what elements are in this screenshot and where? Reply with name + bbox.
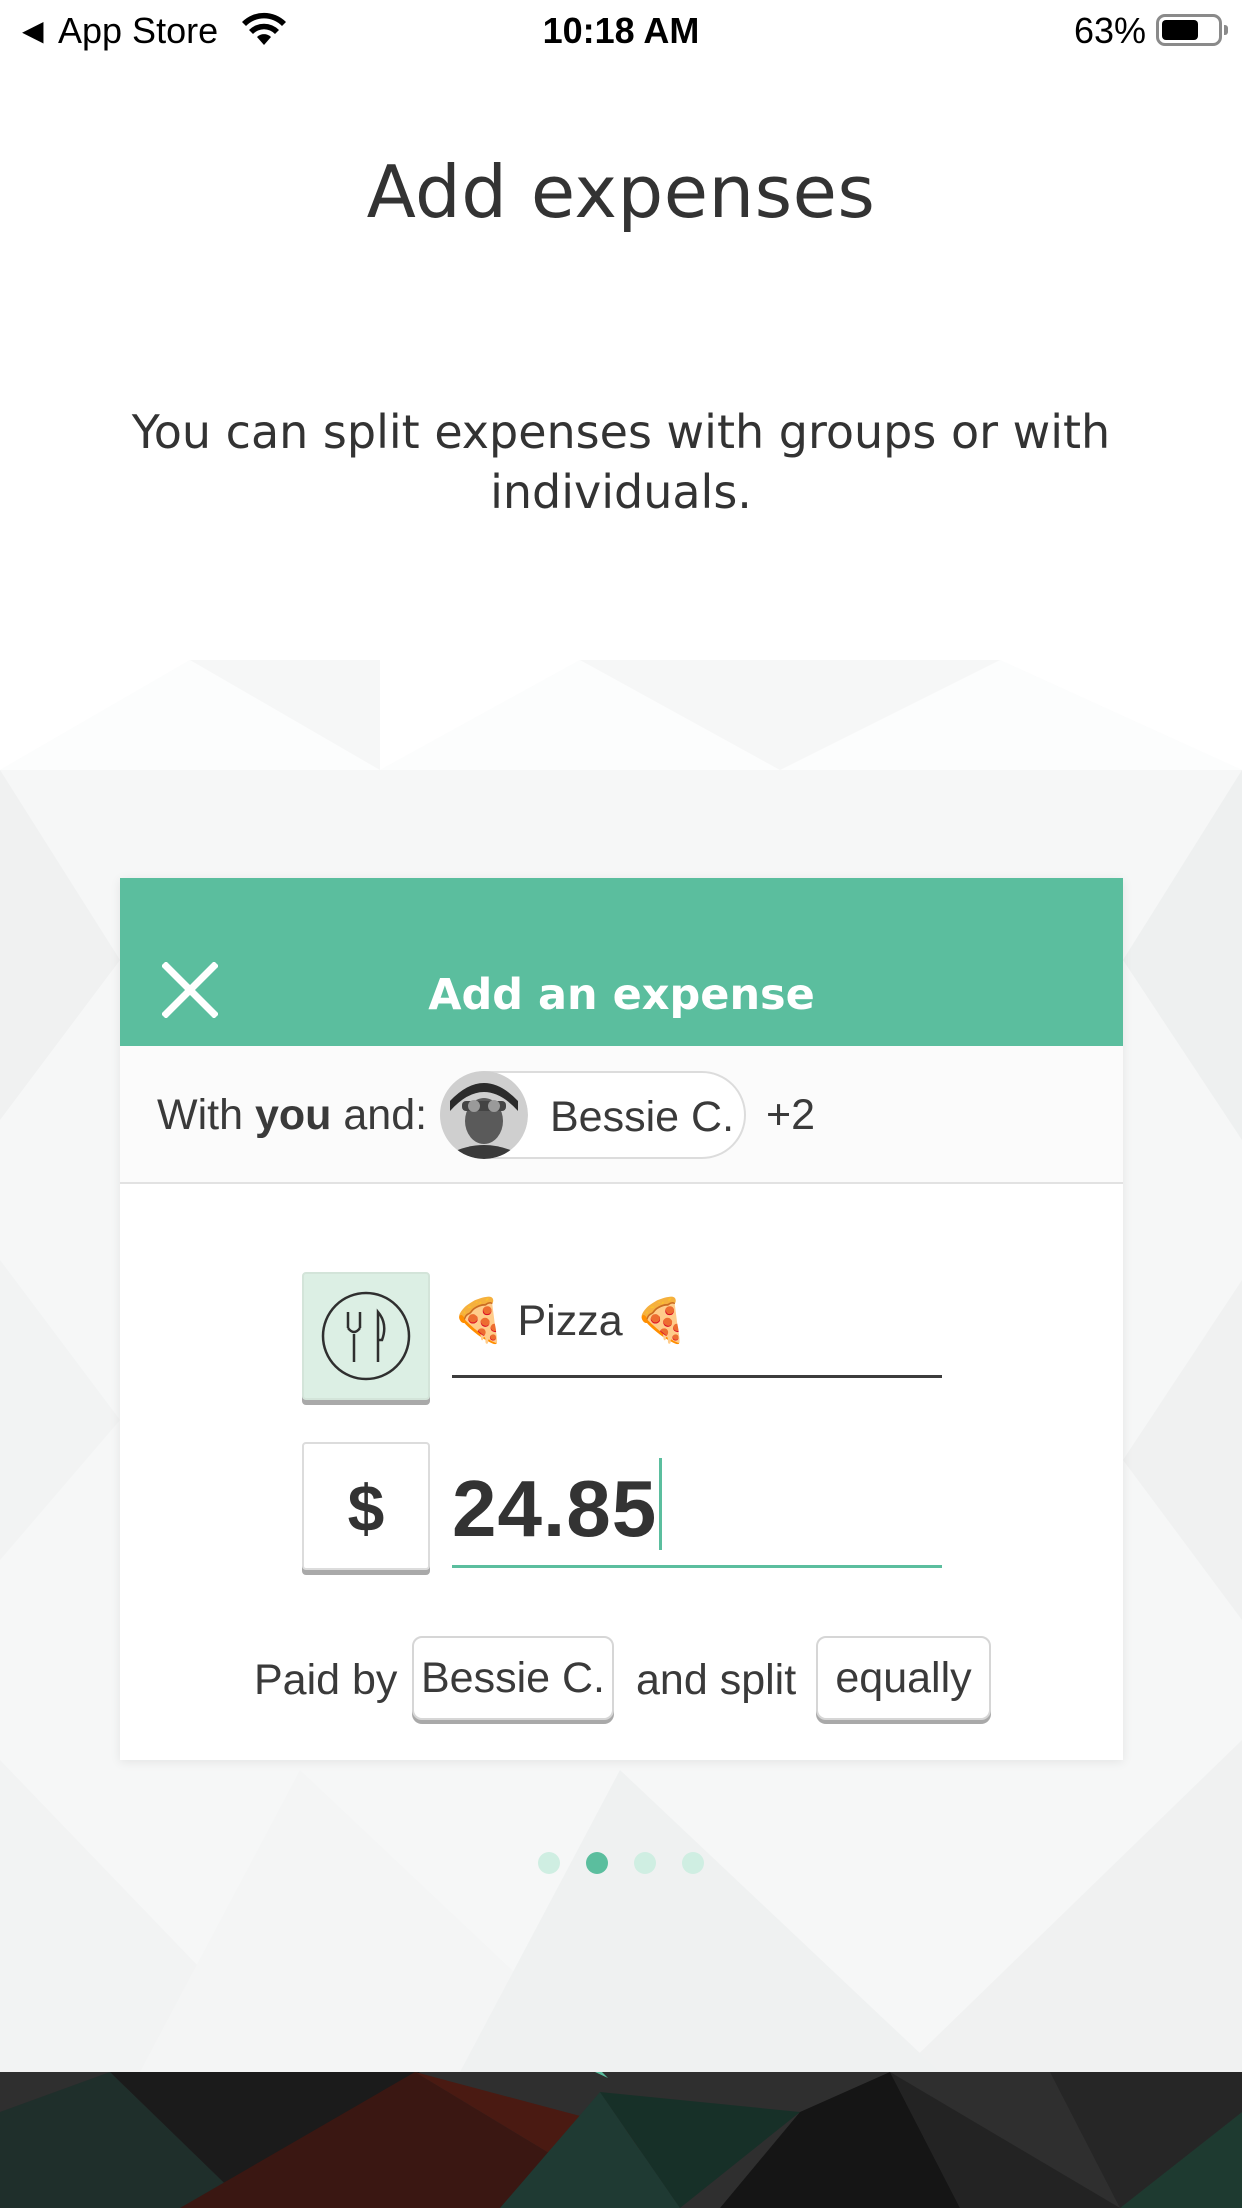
page-dot-1[interactable] xyxy=(538,1852,560,1874)
screen: ◀ App Store 10:18 AM 63% Add expenses Yo… xyxy=(0,0,1242,2208)
person-chip[interactable]: Bessie C. xyxy=(440,1071,746,1159)
payer-button[interactable]: Bessie C. xyxy=(412,1636,614,1720)
page-dot-4[interactable] xyxy=(682,1852,704,1874)
battery-icon xyxy=(1156,14,1228,46)
extra-participants-count[interactable]: +2 xyxy=(766,1091,815,1140)
split-mode-button[interactable]: equally xyxy=(816,1636,991,1720)
status-time: 10:18 AM xyxy=(542,10,700,51)
pizza-emoji-left: 🍕 xyxy=(452,1297,506,1345)
split-label: and split xyxy=(636,1656,797,1704)
participants-row: With you and: Bessie C. +2 xyxy=(120,1046,1123,1184)
with-label: With you and: xyxy=(157,1091,427,1140)
with-you: you xyxy=(254,1091,332,1139)
description-text: Pizza xyxy=(517,1297,623,1345)
currency-symbol: $ xyxy=(347,1471,385,1545)
status-bar: ◀ App Store 10:18 AM 63% xyxy=(0,0,1242,62)
person-name: Bessie C. xyxy=(550,1093,735,1141)
amount-input[interactable]: 24.85 xyxy=(452,1444,942,1568)
page-dot-2[interactable] xyxy=(586,1852,608,1874)
with-prefix: With xyxy=(157,1091,243,1139)
card-header: Add an expense xyxy=(120,878,1123,1046)
description-value: 🍕 Pizza 🍕 xyxy=(452,1296,688,1346)
category-button[interactable] xyxy=(302,1272,430,1400)
battery-percent: 63% xyxy=(1073,10,1146,51)
pizza-emoji-right: 🍕 xyxy=(634,1297,689,1345)
amount-value-wrap: 24.85 xyxy=(452,1458,663,1555)
page-title: Add expenses xyxy=(366,150,876,234)
page-subtitle: You can split expenses with groups or wi… xyxy=(131,405,1111,519)
currency-button[interactable]: $ xyxy=(302,1442,430,1570)
amount-value: 24.85 xyxy=(452,1464,658,1553)
fork-knife-icon xyxy=(321,1291,411,1381)
page-indicator xyxy=(0,1852,1242,1876)
text-caret xyxy=(659,1458,663,1550)
paid-by-label: Paid by xyxy=(254,1656,398,1704)
expense-card: Add an expense With you and: Bessie C. +… xyxy=(120,878,1123,1760)
bottom-decoration xyxy=(0,2072,1242,2208)
page-dot-3[interactable] xyxy=(634,1852,656,1874)
paid-by-row: Paid by Bessie C. and split equally xyxy=(120,1636,1123,1726)
avatar xyxy=(440,1071,528,1159)
description-input[interactable]: 🍕 Pizza 🍕 xyxy=(452,1288,942,1378)
with-suffix: and: xyxy=(343,1091,428,1139)
card-title: Add an expense xyxy=(428,970,815,1020)
